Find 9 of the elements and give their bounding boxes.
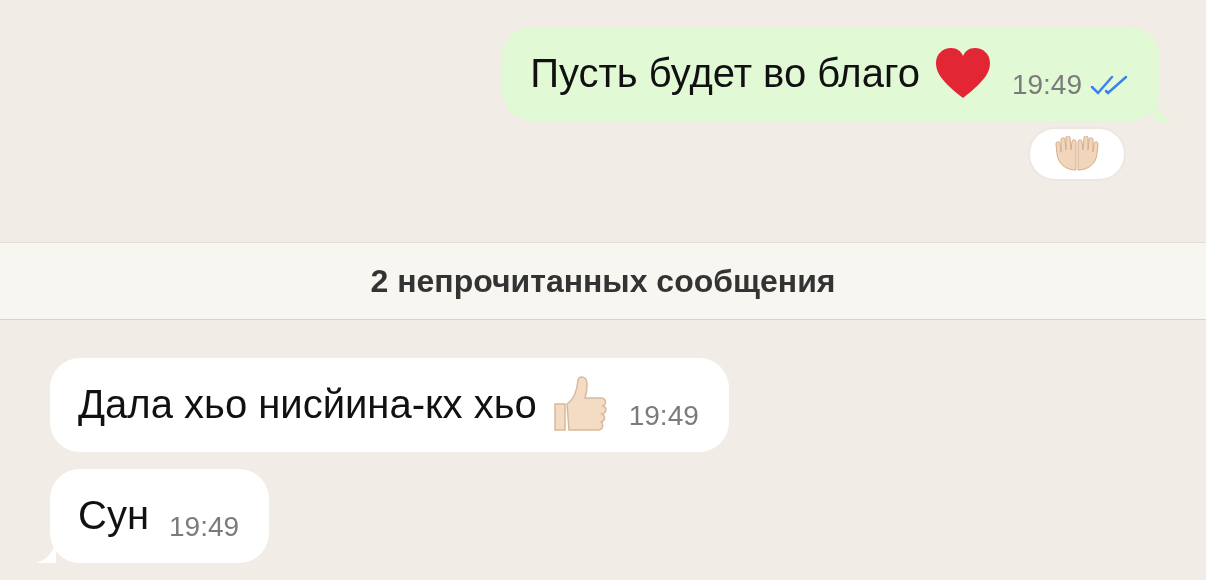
message-time: 19:49 bbox=[169, 511, 240, 543]
message-text: Пусть будет во благо bbox=[530, 41, 992, 105]
unread-count-text: 2 непрочитанных сообщения bbox=[370, 262, 836, 300]
heart-icon bbox=[933, 46, 992, 100]
message-time: 19:49 bbox=[628, 400, 699, 432]
message-text: Сун bbox=[78, 492, 149, 539]
message-time: 19:49 bbox=[1011, 69, 1082, 101]
open-hands-icon bbox=[1054, 136, 1100, 172]
message-text: Дала хьо нисйина-кх хьо bbox=[78, 372, 609, 436]
